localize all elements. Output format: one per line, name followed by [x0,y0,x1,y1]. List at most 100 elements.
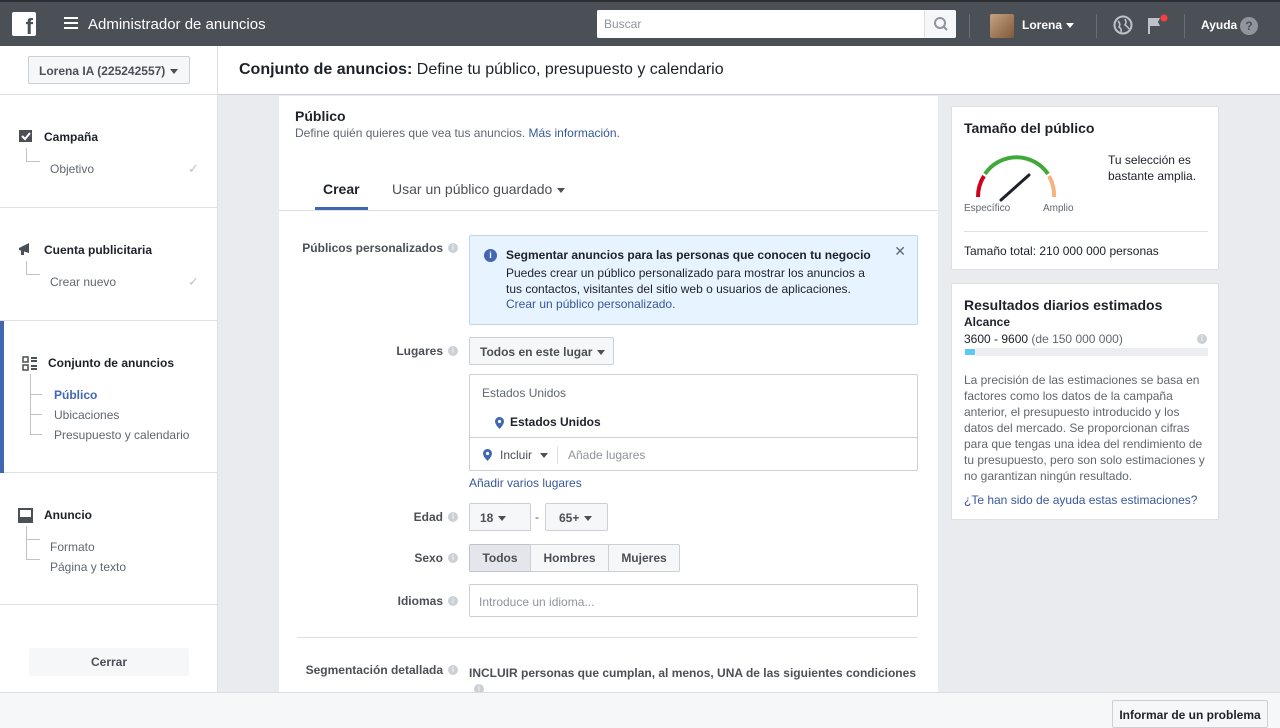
account-selector[interactable]: Lorena IA (225242557) [28,56,190,84]
detailed-targeting-label: Segmentación detallada [305,663,443,677]
divider [0,604,217,605]
age-label: Edad [413,510,443,524]
info-icon[interactable]: i [448,243,458,253]
sidebar-section-ad-account: Cuenta publicitaria Crear nuevo ✓ [0,207,217,321]
more-info-link[interactable]: Más información. [529,126,620,140]
age-min-dropdown[interactable]: 18 [469,503,531,531]
gauge-label-broad: Amplio [1043,203,1074,214]
tree-line [26,274,40,275]
location-group-header: Estados Unidos [482,386,567,400]
sidebar-item-format[interactable]: Formato [50,540,95,554]
gender-label: Sexo [414,551,443,565]
chevron-down-icon [584,516,593,522]
custom-audiences-label: Públicos personalizados [302,241,443,255]
languages-input[interactable]: Introduce un idioma... [469,584,918,617]
locations-type-dropdown[interactable]: Todos en este lugar [469,337,615,365]
estimates-feedback-link[interactable]: ¿Te han sido de ayuda estas estimaciones… [964,493,1197,507]
info-icon[interactable]: i [448,346,458,356]
gender-men-button[interactable]: Hombres [530,544,609,572]
menu-icon[interactable] [64,17,78,30]
info-icon[interactable]: i [448,553,458,563]
add-multiple-locations-link[interactable]: Añadir varios lugares [469,476,582,490]
ad-layout-icon [18,508,33,523]
sidebar-item-audience[interactable]: Público [54,388,97,402]
sidebar-section-title[interactable]: Campaña [44,130,98,144]
footer-bar [0,692,1280,728]
tree-line [26,148,27,161]
sidebar-item-create-new[interactable]: Crear nuevo [50,275,116,289]
add-places-input[interactable]: Añade lugares [568,448,645,462]
chevron-down-icon [597,350,606,356]
info-icon[interactable]: i [448,665,458,675]
include-dropdown[interactable]: Incluir [500,448,549,462]
info-icon[interactable]: i [1197,334,1207,344]
divider [969,14,970,38]
tab-saved-audience[interactable]: Usar un público guardado [392,181,566,197]
tree-line [30,374,31,434]
user-menu[interactable]: Lorena [1022,18,1075,32]
chevron-down-icon [498,516,507,522]
page-header: Conjunto de anuncios: Define tu público,… [218,46,1280,95]
close-icon[interactable]: ✕ [894,243,906,260]
location-input-row: Incluir Añade lugares [470,437,917,470]
audience-form: Público Define quién quieres que vea tus… [279,96,938,694]
tree-line [26,559,40,560]
location-pin-icon [483,449,492,461]
sidebar: Lorena IA (225242557) Campaña Objetivo ✓… [0,46,218,692]
divider [557,446,558,464]
search-box [597,10,956,38]
info-icon[interactable]: i [448,596,458,606]
gender-all-button[interactable]: Todos [469,544,531,572]
account-name: Lorena IA (225242557) [39,64,166,78]
sidebar-item-objective[interactable]: Objetivo [50,162,94,176]
tree-line [30,434,42,435]
app-title[interactable]: Administrador de anuncios [88,16,266,33]
sidebar-item-budget-schedule[interactable]: Presupuesto y calendario [54,428,189,442]
active-tab-indicator [315,207,368,210]
audience-size-card: Tamaño del público Específico Amplio Tu … [951,106,1219,270]
reach-value: 3600 - 9600 (de 150 000 000) [964,332,1123,346]
gender-women-button[interactable]: Mujeres [608,544,680,572]
locations-label: Lugares [396,344,443,358]
audience-size-title: Tamaño del público [964,120,1095,136]
close-button[interactable]: Cerrar [29,648,189,676]
sidebar-section-title[interactable]: Conjunto de anuncios [48,356,174,370]
notifications-flag-icon[interactable] [1146,14,1168,36]
age-max-dropdown[interactable]: 65+ [545,503,608,531]
notice-body: Puedes crear un público personalizado pa… [506,266,865,296]
page-title: Conjunto de anuncios: Define tu público,… [239,61,724,78]
tree-line [26,526,27,559]
globe-icon[interactable] [1113,15,1133,35]
sidebar-section-ad: Anuncio Formato Página y texto [0,472,217,605]
facebook-logo-icon[interactable]: f [12,12,36,36]
search-button[interactable] [924,10,956,38]
info-icon: i [484,249,497,262]
report-problem-button[interactable]: Informar de un problema [1112,700,1268,728]
locations-box: Estados Unidos Estados Unidos Incluir Añ… [469,374,918,471]
help-link[interactable]: Ayuda [1201,18,1237,32]
chevron-down-icon [1066,23,1075,29]
help-icon[interactable]: ? [1240,17,1258,35]
daily-results-title: Resultados diarios estimados [964,297,1163,313]
avatar[interactable] [990,14,1014,38]
chevron-down-icon [540,453,549,459]
sidebar-item-page-text[interactable]: Página y texto [50,560,126,574]
sidebar-section-title[interactable]: Cuenta publicitaria [44,243,152,257]
tree-line [30,414,42,415]
section-title: Público [295,108,346,124]
tab-create[interactable]: Crear [323,181,360,197]
create-custom-audience-link[interactable]: Crear un público personalizado. [506,297,675,311]
sidebar-section-title[interactable]: Anuncio [44,508,92,522]
selected-location[interactable]: Estados Unidos [510,415,601,429]
search-icon [934,17,948,31]
info-icon[interactable]: i [448,512,458,522]
notice-title: Segmentar anuncios para las personas que… [506,248,871,262]
sidebar-item-placements[interactable]: Ubicaciones [54,408,119,422]
divider [964,231,1208,232]
gauge-label-specific: Específico [964,203,1011,214]
search-input[interactable] [597,10,923,38]
age-separator: - [535,510,539,524]
audience-tabs: Crear Usar un público guardado [279,177,938,211]
reach-bar [964,348,1208,356]
reach-label: Alcance [964,315,1011,329]
